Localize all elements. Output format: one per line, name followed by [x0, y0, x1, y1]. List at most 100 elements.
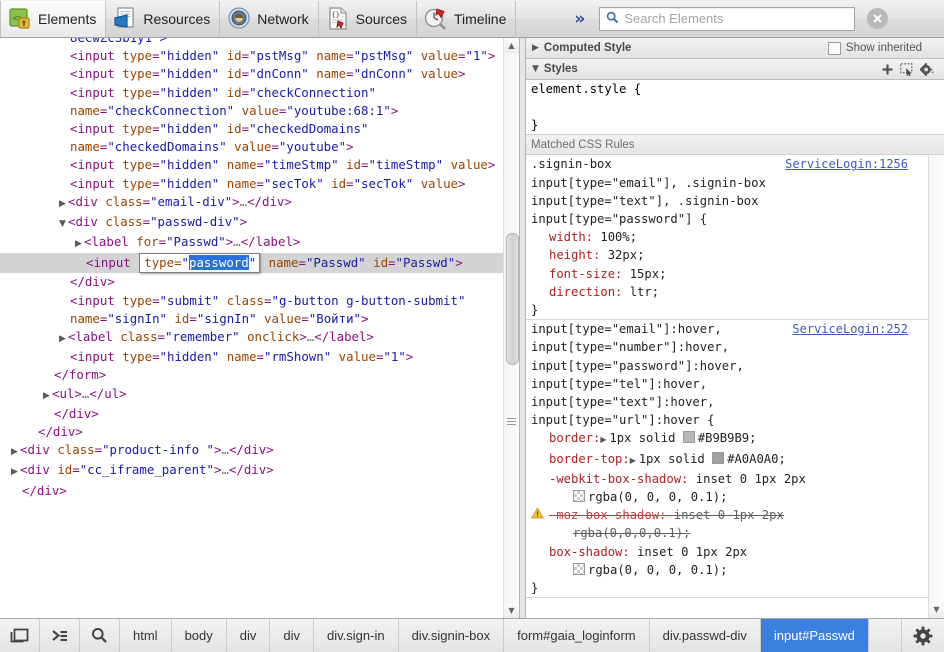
breadcrumb-item[interactable]: form#gaia_loginform [504, 619, 650, 652]
breadcrumb-item[interactable]: div [227, 619, 271, 652]
css-selector-line[interactable]: input[type="password"] { [526, 210, 928, 228]
search-icon[interactable] [80, 619, 120, 652]
css-property[interactable]: box-shadow: inset 0 1px 2px [526, 543, 928, 561]
tab-elements[interactable]: <> Elements [0, 1, 106, 37]
dom-line[interactable]: </div> [0, 423, 519, 441]
tab-resources[interactable]: Resources [106, 1, 220, 37]
chevron-right-icon[interactable]: ▶ [73, 235, 84, 253]
dom-line[interactable]: </div> [0, 405, 519, 423]
styles-scrollbar[interactable]: ▼ [928, 155, 944, 618]
search-input[interactable] [624, 10, 824, 28]
dom-tree-scroll[interactable]: 8eCwZcSb1y1"><input type="hidden" id="ps… [0, 38, 519, 618]
css-property[interactable]: -moz-box-shadow: inset 0 1px 2px [526, 506, 928, 524]
css-property[interactable]: border-top:▶1px solid #A0A0A0; [526, 450, 928, 470]
chevron-right-icon[interactable]: ▶ [630, 452, 639, 470]
css-selector-line[interactable]: .signin-boxServiceLogin:1256 [526, 155, 928, 173]
styles-scroll-up-arrow[interactable]: ▼ [929, 603, 944, 618]
dom-line[interactable]: <input type="hidden" name="timeStmp" id=… [0, 156, 519, 174]
breadcrumb-item[interactable]: html [120, 619, 172, 652]
css-property[interactable]: width: 100%; [526, 228, 928, 246]
dom-line[interactable]: ▼<div class="passwd-div"> [0, 213, 519, 233]
css-rules-area[interactable]: .signin-boxServiceLogin:1256input[type="… [526, 155, 944, 618]
css-rule[interactable]: input[type="email"]:hover,ServiceLogin:2… [526, 320, 928, 598]
new-style-rule-button[interactable] [881, 63, 894, 76]
element-style-block[interactable]: element.style { } [526, 80, 944, 134]
css-rule[interactable]: .signin-boxServiceLogin:1256input[type="… [526, 155, 928, 320]
css-selector-line[interactable]: input[type="text"]:hover, [526, 393, 928, 411]
dom-line[interactable]: </div> [0, 482, 519, 500]
chevron-right-icon[interactable]: ▶ [41, 387, 52, 405]
dom-tree-panel[interactable]: 8eCwZcSb1y1"><input type="hidden" id="ps… [0, 38, 520, 618]
dom-line[interactable]: ▶<label for="Passwd">…</label> [0, 233, 519, 253]
css-selector-line[interactable]: input[type="email"], .signin-box [526, 174, 928, 192]
more-panels-button[interactable]: » [574, 9, 585, 29]
console-drawer-icon[interactable] [40, 619, 80, 652]
attribute-edit-field[interactable]: type="password" [139, 253, 260, 273]
dom-line[interactable]: </form> [0, 366, 519, 384]
dom-scrollbar-thumb[interactable] [506, 233, 519, 365]
chevron-right-icon[interactable]: ▶ [9, 443, 20, 461]
dom-line[interactable]: ▶<div class="product-info ">…</div> [0, 441, 519, 461]
color-swatch[interactable] [573, 490, 585, 502]
css-selector-line[interactable]: input[type="password"]:hover, [526, 357, 928, 375]
breadcrumb-item[interactable]: body [172, 619, 227, 652]
breadcrumb[interactable]: htmlbodydivdivdiv.sign-indiv.signin-boxf… [120, 619, 901, 652]
breadcrumb-item[interactable]: div.sign-in [314, 619, 399, 652]
breadcrumb-item[interactable]: div.signin-box [399, 619, 505, 652]
tab-timeline[interactable]: Timeline [417, 1, 516, 37]
styles-header[interactable]: ▼ Styles [526, 59, 944, 80]
gear-icon[interactable] [920, 63, 934, 76]
dom-line[interactable]: </div> [0, 273, 519, 291]
dom-line[interactable]: <input type="hidden" name="secTok" id="s… [0, 175, 519, 193]
dom-line[interactable]: ▶<label class="remember" onclick>…</labe… [0, 328, 519, 348]
dock-window-icon[interactable] [0, 619, 40, 652]
dom-line[interactable]: ▶<div class="email-div">…</div> [0, 193, 519, 213]
color-swatch[interactable] [573, 563, 585, 575]
scroll-down-arrow[interactable]: ▼ [504, 603, 519, 618]
dom-token-tag: = [152, 293, 159, 308]
css-rule-origin-link[interactable]: ServiceLogin:1256 [785, 155, 908, 173]
dom-line[interactable]: ▶<div id="cc_iframe_parent">…</div> [0, 461, 519, 481]
dom-line[interactable]: <input type="hidden" id="checkedDomains"… [0, 120, 519, 156]
css-selector-line[interactable]: input[type="text"], .signin-box [526, 192, 928, 210]
color-swatch[interactable] [683, 431, 695, 443]
breadcrumb-item[interactable]: input#Passwd [761, 619, 869, 652]
gear-icon[interactable] [901, 619, 944, 652]
chevron-right-icon[interactable]: ▶ [9, 463, 20, 481]
css-selector-line[interactable]: input[type="tel"]:hover, [526, 375, 928, 393]
breadcrumb-item[interactable]: div.passwd-div [650, 619, 761, 652]
css-property[interactable]: border:▶1px solid #B9B9B9; [526, 429, 928, 449]
css-property[interactable]: direction: ltr; [526, 283, 928, 301]
dom-line[interactable]: <input type="hidden" id="checkConnection… [0, 84, 519, 120]
tab-network[interactable]: Network [220, 1, 318, 37]
scroll-up-arrow[interactable]: ▲ [504, 38, 519, 53]
breadcrumb-item[interactable]: div [270, 619, 314, 652]
css-property[interactable]: font-size: 15px; [526, 265, 928, 283]
close-devtools-button[interactable] [867, 8, 888, 29]
chevron-right-icon[interactable]: ▶ [57, 330, 68, 348]
chevron-right-icon[interactable]: ▶ [57, 195, 68, 213]
css-selector-line[interactable]: input[type="email"]:hover,ServiceLogin:2… [526, 320, 928, 338]
dom-line[interactable]: <input type="hidden" id="pstMsg" name="p… [0, 47, 519, 65]
edit-selected-text[interactable]: password [189, 255, 249, 270]
dom-scrollbar[interactable]: ▲ ▼ [503, 38, 519, 618]
dom-line[interactable]: <input type="hidden" id="dnConn" name="d… [0, 65, 519, 83]
css-property[interactable]: -webkit-box-shadow: inset 0 1px 2px [526, 470, 928, 488]
search-input-wrapper[interactable] [599, 7, 855, 31]
css-selector-line[interactable]: input[type="number"]:hover, [526, 338, 928, 356]
computed-style-header[interactable]: ▶ Computed Style Show inherited [526, 38, 944, 59]
css-rule-origin-link[interactable]: ServiceLogin:252 [792, 320, 908, 338]
show-inherited-checkbox[interactable] [828, 42, 841, 55]
dom-tree[interactable]: 8eCwZcSb1y1"><input type="hidden" id="ps… [0, 38, 519, 500]
tab-sources[interactable]: {} Sources [319, 1, 417, 37]
css-selector-line[interactable]: input[type="url"]:hover { [526, 411, 928, 429]
dom-line-selected[interactable]: <input type="password" name="Passwd" id=… [0, 253, 519, 273]
color-swatch[interactable] [712, 452, 724, 464]
chevron-down-icon[interactable]: ▼ [57, 215, 68, 233]
css-property[interactable]: height: 32px; [526, 246, 928, 264]
dom-line[interactable]: <input type="hidden" name="rmShown" valu… [0, 348, 519, 366]
dom-line-clipped[interactable]: 8eCwZcSb1y1"> [0, 38, 519, 47]
dom-line[interactable]: <input type="submit" class="g-button g-b… [0, 292, 519, 328]
element-state-button[interactable] [900, 63, 914, 76]
dom-line[interactable]: ▶<ul>…</ul> [0, 385, 519, 405]
